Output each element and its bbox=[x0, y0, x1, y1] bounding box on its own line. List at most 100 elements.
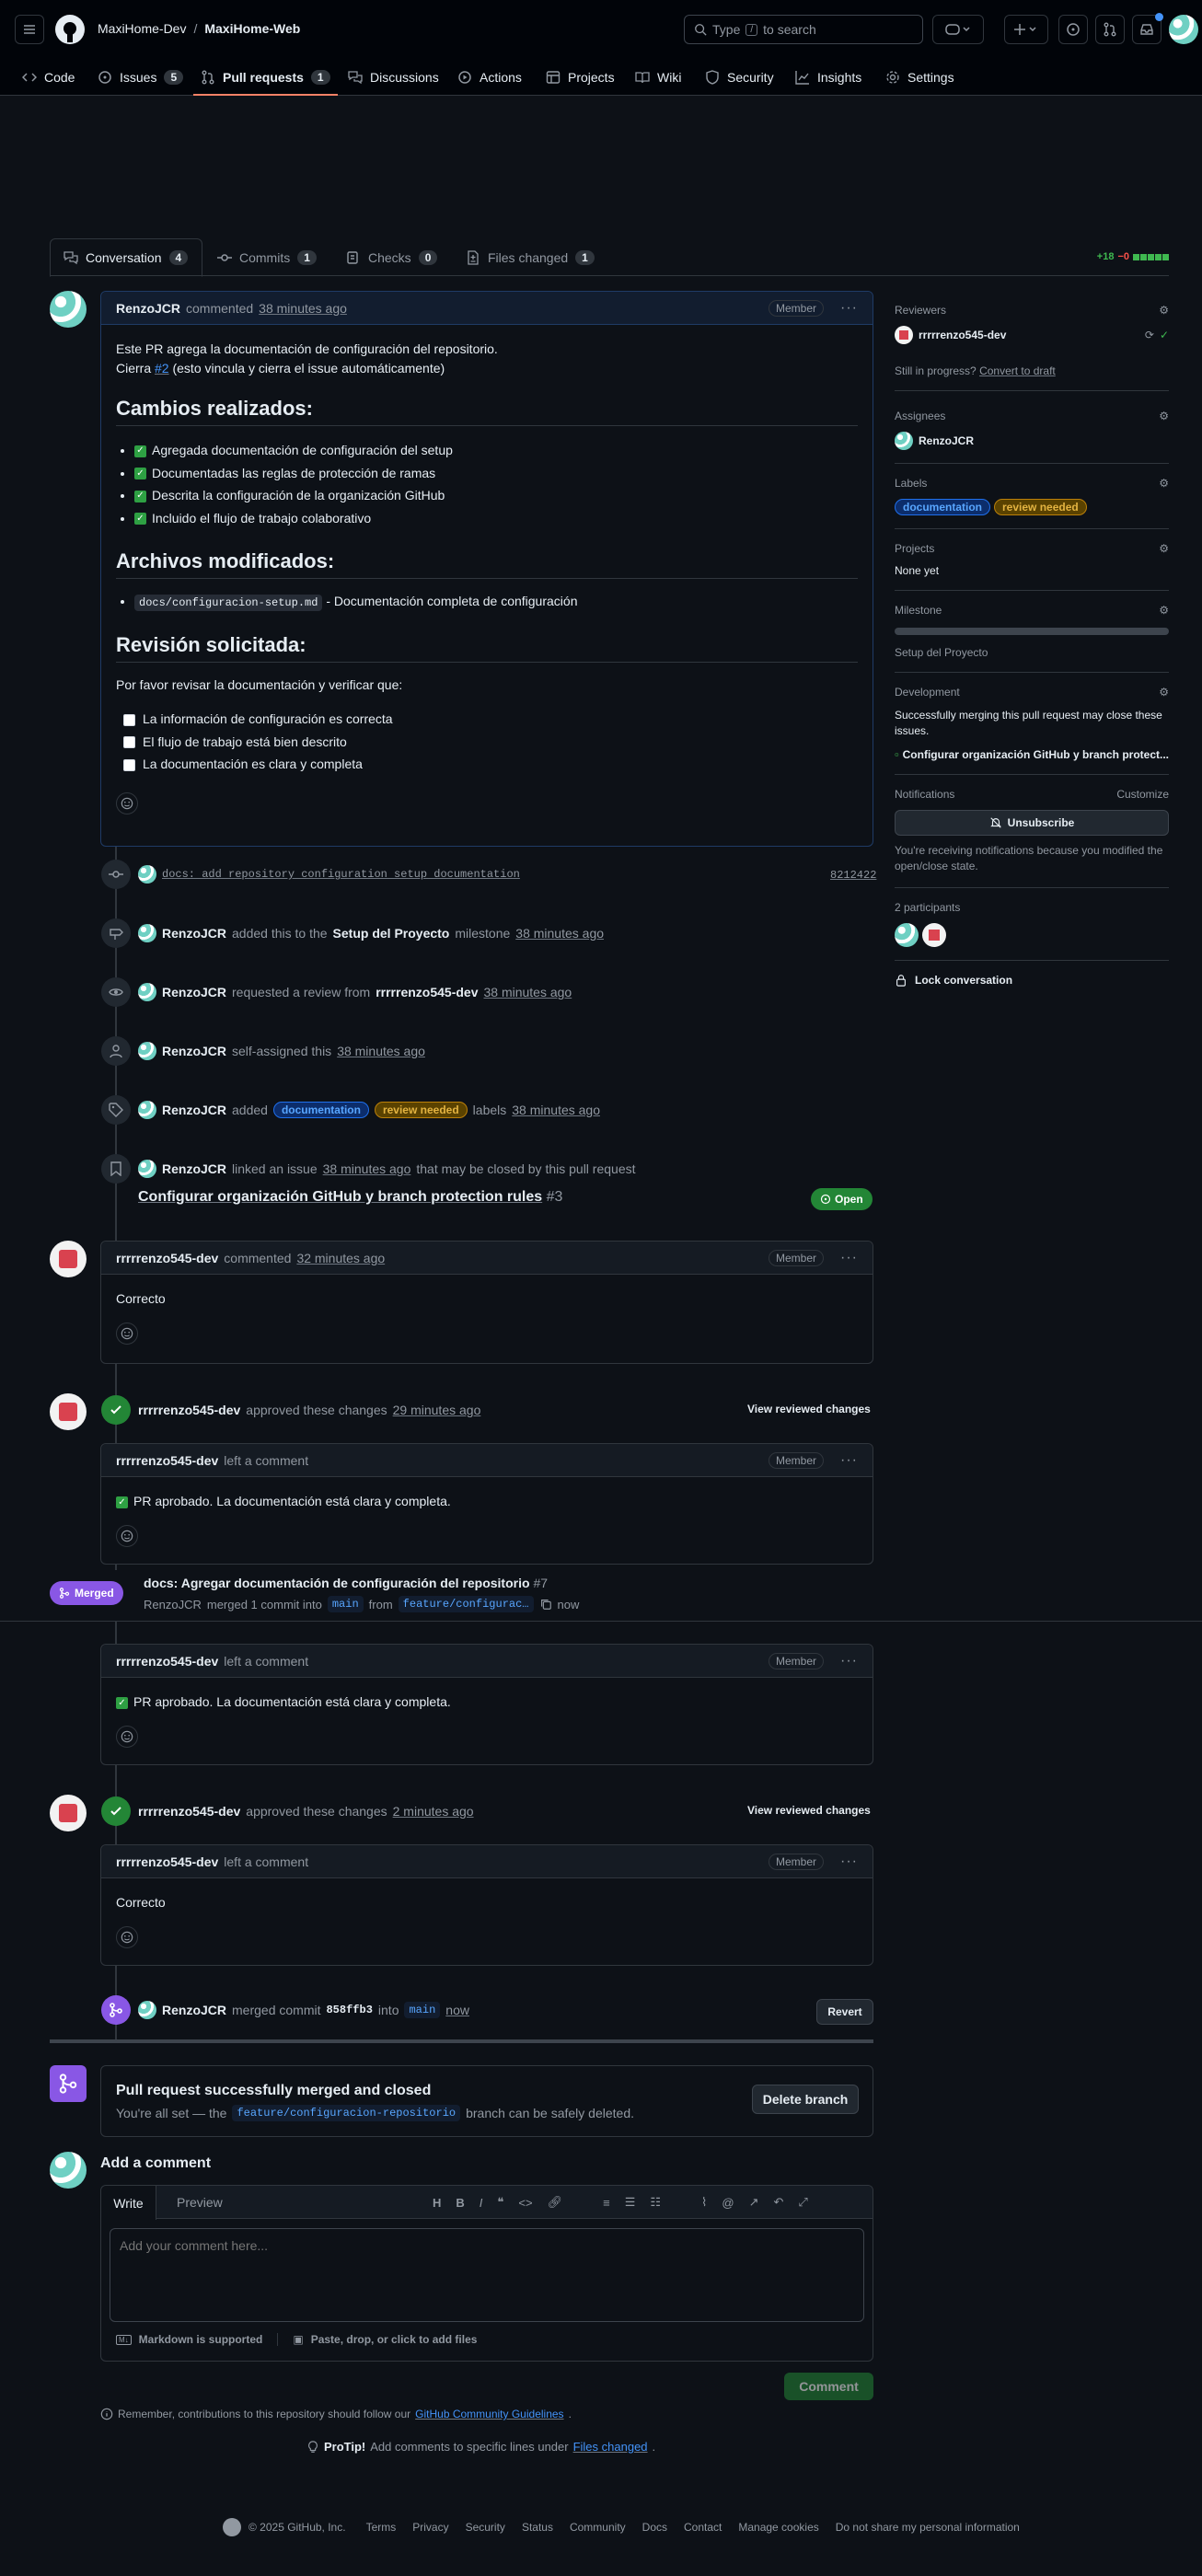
tab-discussions[interactable]: Discussions bbox=[348, 59, 439, 96]
ordered-list-icon[interactable]: ≡ bbox=[603, 2196, 610, 2210]
repo-link[interactable]: MaxiHome-Web bbox=[204, 21, 300, 36]
comment-author[interactable]: rrrrrenzo545-dev bbox=[116, 1453, 218, 1468]
tab-conversation[interactable]: Conversation 4 bbox=[50, 238, 202, 277]
event-time[interactable]: 38 minutes ago bbox=[515, 926, 604, 941]
review-author[interactable]: rrrrrenzo545-dev bbox=[138, 1804, 240, 1819]
author-avatar[interactable] bbox=[50, 291, 87, 328]
kebab-icon[interactable]: ··· bbox=[840, 300, 858, 317]
user-avatar[interactable] bbox=[1169, 15, 1198, 44]
milestone-value[interactable]: Setup del Proyecto bbox=[895, 646, 1169, 659]
lock-conversation[interactable]: Lock conversation bbox=[895, 974, 1169, 987]
tab-actions[interactable]: Actions bbox=[457, 59, 522, 96]
tab-issues[interactable]: Issues 5 bbox=[98, 59, 184, 96]
participant-avatar[interactable] bbox=[922, 923, 946, 947]
mention-icon[interactable]: @ bbox=[722, 2196, 734, 2210]
commit-message[interactable]: docs: add repository configuration setup… bbox=[162, 868, 520, 881]
commit-avatar[interactable] bbox=[138, 865, 156, 884]
comment-textarea[interactable] bbox=[110, 2228, 864, 2322]
event-time[interactable]: 38 minutes ago bbox=[483, 985, 572, 999]
unsubscribe-button[interactable]: Unsubscribe bbox=[895, 810, 1169, 836]
comment-author[interactable]: rrrrrenzo545-dev bbox=[116, 1854, 218, 1869]
add-reaction-button[interactable] bbox=[116, 791, 138, 814]
review-time[interactable]: 29 minutes ago bbox=[393, 1403, 481, 1417]
convert-to-draft-link[interactable]: Convert to draft bbox=[979, 364, 1056, 377]
footer-link-contact[interactable]: Contact bbox=[684, 2521, 722, 2534]
assignee-name[interactable]: RenzoJCR bbox=[919, 434, 974, 447]
commit-sha[interactable]: 8212422 bbox=[830, 869, 876, 882]
footer-link-status[interactable]: Status bbox=[522, 2521, 553, 2534]
base-branch[interactable]: main bbox=[404, 2002, 441, 2018]
current-user-avatar[interactable] bbox=[50, 2152, 87, 2189]
kebab-icon[interactable]: ··· bbox=[840, 1854, 858, 1870]
org-link[interactable]: MaxiHome-Dev bbox=[98, 21, 186, 36]
copilot-button[interactable] bbox=[932, 15, 984, 44]
bold-icon[interactable]: B bbox=[456, 2196, 464, 2210]
linked-issue-title[interactable]: Configurar organización GitHub y branch … bbox=[138, 1189, 542, 1205]
label-review-needed[interactable]: review needed bbox=[994, 499, 1087, 515]
fullscreen-icon[interactable]: ⤢ bbox=[798, 2195, 807, 2210]
checkbox[interactable] bbox=[123, 713, 135, 726]
tab-commits[interactable]: Commits 1 bbox=[217, 238, 317, 277]
tab-settings[interactable]: Settings bbox=[885, 59, 954, 96]
add-reaction-button[interactable] bbox=[116, 1323, 138, 1345]
event-avatar[interactable] bbox=[138, 1160, 156, 1178]
gear-icon[interactable]: ⚙ bbox=[1159, 686, 1169, 699]
event-time[interactable]: 38 minutes ago bbox=[337, 1044, 425, 1058]
event-author[interactable]: RenzoJCR bbox=[162, 985, 226, 999]
kebab-icon[interactable]: ··· bbox=[840, 1250, 858, 1266]
link-icon[interactable]: 🔗︎ bbox=[548, 2195, 563, 2210]
write-tab[interactable]: Write bbox=[101, 2186, 156, 2220]
comment-author[interactable]: RenzoJCR bbox=[116, 301, 180, 316]
event-author[interactable]: RenzoJCR bbox=[162, 1103, 226, 1117]
comment-author[interactable]: rrrrrenzo545-dev bbox=[116, 1654, 218, 1669]
event-time[interactable]: 38 minutes ago bbox=[512, 1103, 600, 1117]
tab-wiki[interactable]: Wiki bbox=[635, 59, 681, 96]
revert-button[interactable]: Revert bbox=[816, 1999, 873, 2025]
copy-icon[interactable] bbox=[539, 1598, 552, 1611]
event-time[interactable]: 38 minutes ago bbox=[323, 1161, 411, 1176]
footer-link-do-not-share[interactable]: Do not share my personal information bbox=[836, 2521, 1020, 2534]
delete-branch-button[interactable]: Delete branch bbox=[752, 2085, 859, 2114]
merge-author[interactable]: RenzoJCR bbox=[144, 1598, 202, 1611]
event-author[interactable]: RenzoJCR bbox=[162, 1044, 226, 1058]
menu-button[interactable] bbox=[15, 15, 44, 44]
tab-security[interactable]: Security bbox=[705, 59, 774, 96]
tab-checks[interactable]: Checks 0 bbox=[346, 238, 438, 277]
label-documentation[interactable]: documentation bbox=[272, 1102, 369, 1118]
kebab-icon[interactable]: ··· bbox=[840, 1452, 858, 1469]
search-input[interactable]: Type / to search bbox=[684, 15, 923, 44]
comment-author[interactable]: rrrrrenzo545-dev bbox=[116, 1251, 218, 1265]
event-avatar[interactable] bbox=[138, 1101, 156, 1119]
issues-button[interactable] bbox=[1058, 15, 1088, 44]
add-reaction-button[interactable] bbox=[116, 1726, 138, 1748]
tab-files-changed[interactable]: Files changed 1 bbox=[466, 238, 595, 277]
event-author[interactable]: RenzoJCR bbox=[162, 926, 226, 941]
branch-name[interactable]: feature/configuracion-repositorio bbox=[232, 2105, 461, 2121]
review-time[interactable]: 2 minutes ago bbox=[393, 1804, 474, 1819]
task-list-icon[interactable]: ☷ bbox=[650, 2195, 661, 2210]
view-reviewed-changes[interactable]: View reviewed changes bbox=[747, 1403, 871, 1415]
gear-icon[interactable]: ⚙ bbox=[1159, 410, 1169, 422]
reviewer-avatar[interactable] bbox=[50, 1241, 87, 1277]
head-branch[interactable]: feature/configurac… bbox=[398, 1596, 534, 1612]
github-footer-logo-icon[interactable] bbox=[223, 2518, 241, 2536]
gear-icon[interactable]: ⚙ bbox=[1159, 542, 1169, 555]
attach-icon[interactable]: ⌇ bbox=[701, 2195, 707, 2210]
event-author[interactable]: RenzoJCR bbox=[162, 2003, 226, 2017]
tab-insights[interactable]: Insights bbox=[795, 59, 861, 96]
gear-icon[interactable]: ⚙ bbox=[1159, 604, 1169, 617]
milestone-link[interactable]: Setup del Proyecto bbox=[333, 926, 450, 941]
event-avatar[interactable] bbox=[138, 2001, 156, 2019]
participant-avatar[interactable] bbox=[895, 923, 919, 947]
sync-icon[interactable]: ⟳ bbox=[1145, 329, 1154, 341]
footer-link-docs[interactable]: Docs bbox=[642, 2521, 667, 2534]
inbox-button[interactable] bbox=[1132, 13, 1163, 44]
pulls-button[interactable] bbox=[1095, 15, 1125, 44]
event-time[interactable]: now bbox=[445, 2003, 469, 2017]
event-avatar[interactable] bbox=[138, 1042, 156, 1060]
reviewer-avatar[interactable] bbox=[895, 326, 913, 344]
attach-files[interactable]: Paste, drop, or click to add files bbox=[311, 2333, 478, 2346]
add-reaction-button[interactable] bbox=[116, 1926, 138, 1948]
tab-pull-requests[interactable]: Pull requests 1 bbox=[193, 59, 338, 96]
quote-icon[interactable]: ❝ bbox=[497, 2195, 503, 2210]
